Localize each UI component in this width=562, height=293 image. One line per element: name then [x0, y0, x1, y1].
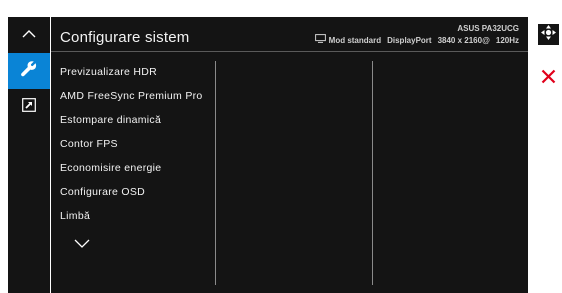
refresh-label: 120Hz [495, 35, 519, 45]
chevron-up-icon [21, 26, 37, 44]
monitor-icon [314, 34, 326, 46]
menu-item-power-saving[interactable]: Economisire energie [60, 161, 203, 185]
close-button[interactable] [538, 68, 559, 89]
menu-item-dynamic-dimming[interactable]: Estompare dinamică [60, 113, 203, 137]
menu-item-hdr-preview[interactable]: Previzualizare HDR [60, 65, 203, 89]
navigate-button[interactable] [538, 24, 559, 45]
menu-up-button[interactable] [8, 17, 50, 53]
scroll-down-button[interactable] [73, 236, 91, 254]
system-setup-tab[interactable] [8, 53, 50, 89]
menu-item-language[interactable]: Limbă [60, 209, 203, 233]
close-icon [541, 69, 556, 89]
status-header: ASUS PA32UCG Mod standard DisplayPort 38… [314, 23, 519, 46]
main-menu-strip [8, 17, 50, 293]
system-setup-panel: Configurare sistem ASUS PA32UCG Mod stan… [51, 17, 528, 293]
osd-screen: Configurare sistem ASUS PA32UCG Mod stan… [0, 0, 562, 293]
shortcut-tab[interactable] [8, 89, 50, 125]
setup-menu-list: Previzualizare HDR AMD FreeSync Premium … [60, 65, 203, 233]
shortcut-arrow-icon [22, 97, 36, 117]
input-label: DisplayPort [387, 35, 432, 45]
menu-item-freesync[interactable]: AMD FreeSync Premium Pro [60, 89, 203, 113]
status-line: Mod standard DisplayPort 3840 x 2160@ 12… [314, 34, 519, 46]
column-divider-left [215, 61, 216, 285]
wrench-icon [20, 60, 38, 83]
column-divider-right [372, 61, 373, 285]
model-name: ASUS PA32UCG [457, 24, 519, 33]
dpad-icon [540, 24, 557, 46]
resolution-label: 3840 x 2160@ [437, 35, 490, 45]
header-divider [51, 51, 528, 52]
mode-label: Mod standard [328, 35, 382, 45]
chevron-down-icon [73, 236, 91, 253]
menu-item-fps-counter[interactable]: Contor FPS [60, 137, 203, 161]
page-title: Configurare sistem [60, 29, 190, 46]
menu-item-osd-setup[interactable]: Configurare OSD [60, 185, 203, 209]
